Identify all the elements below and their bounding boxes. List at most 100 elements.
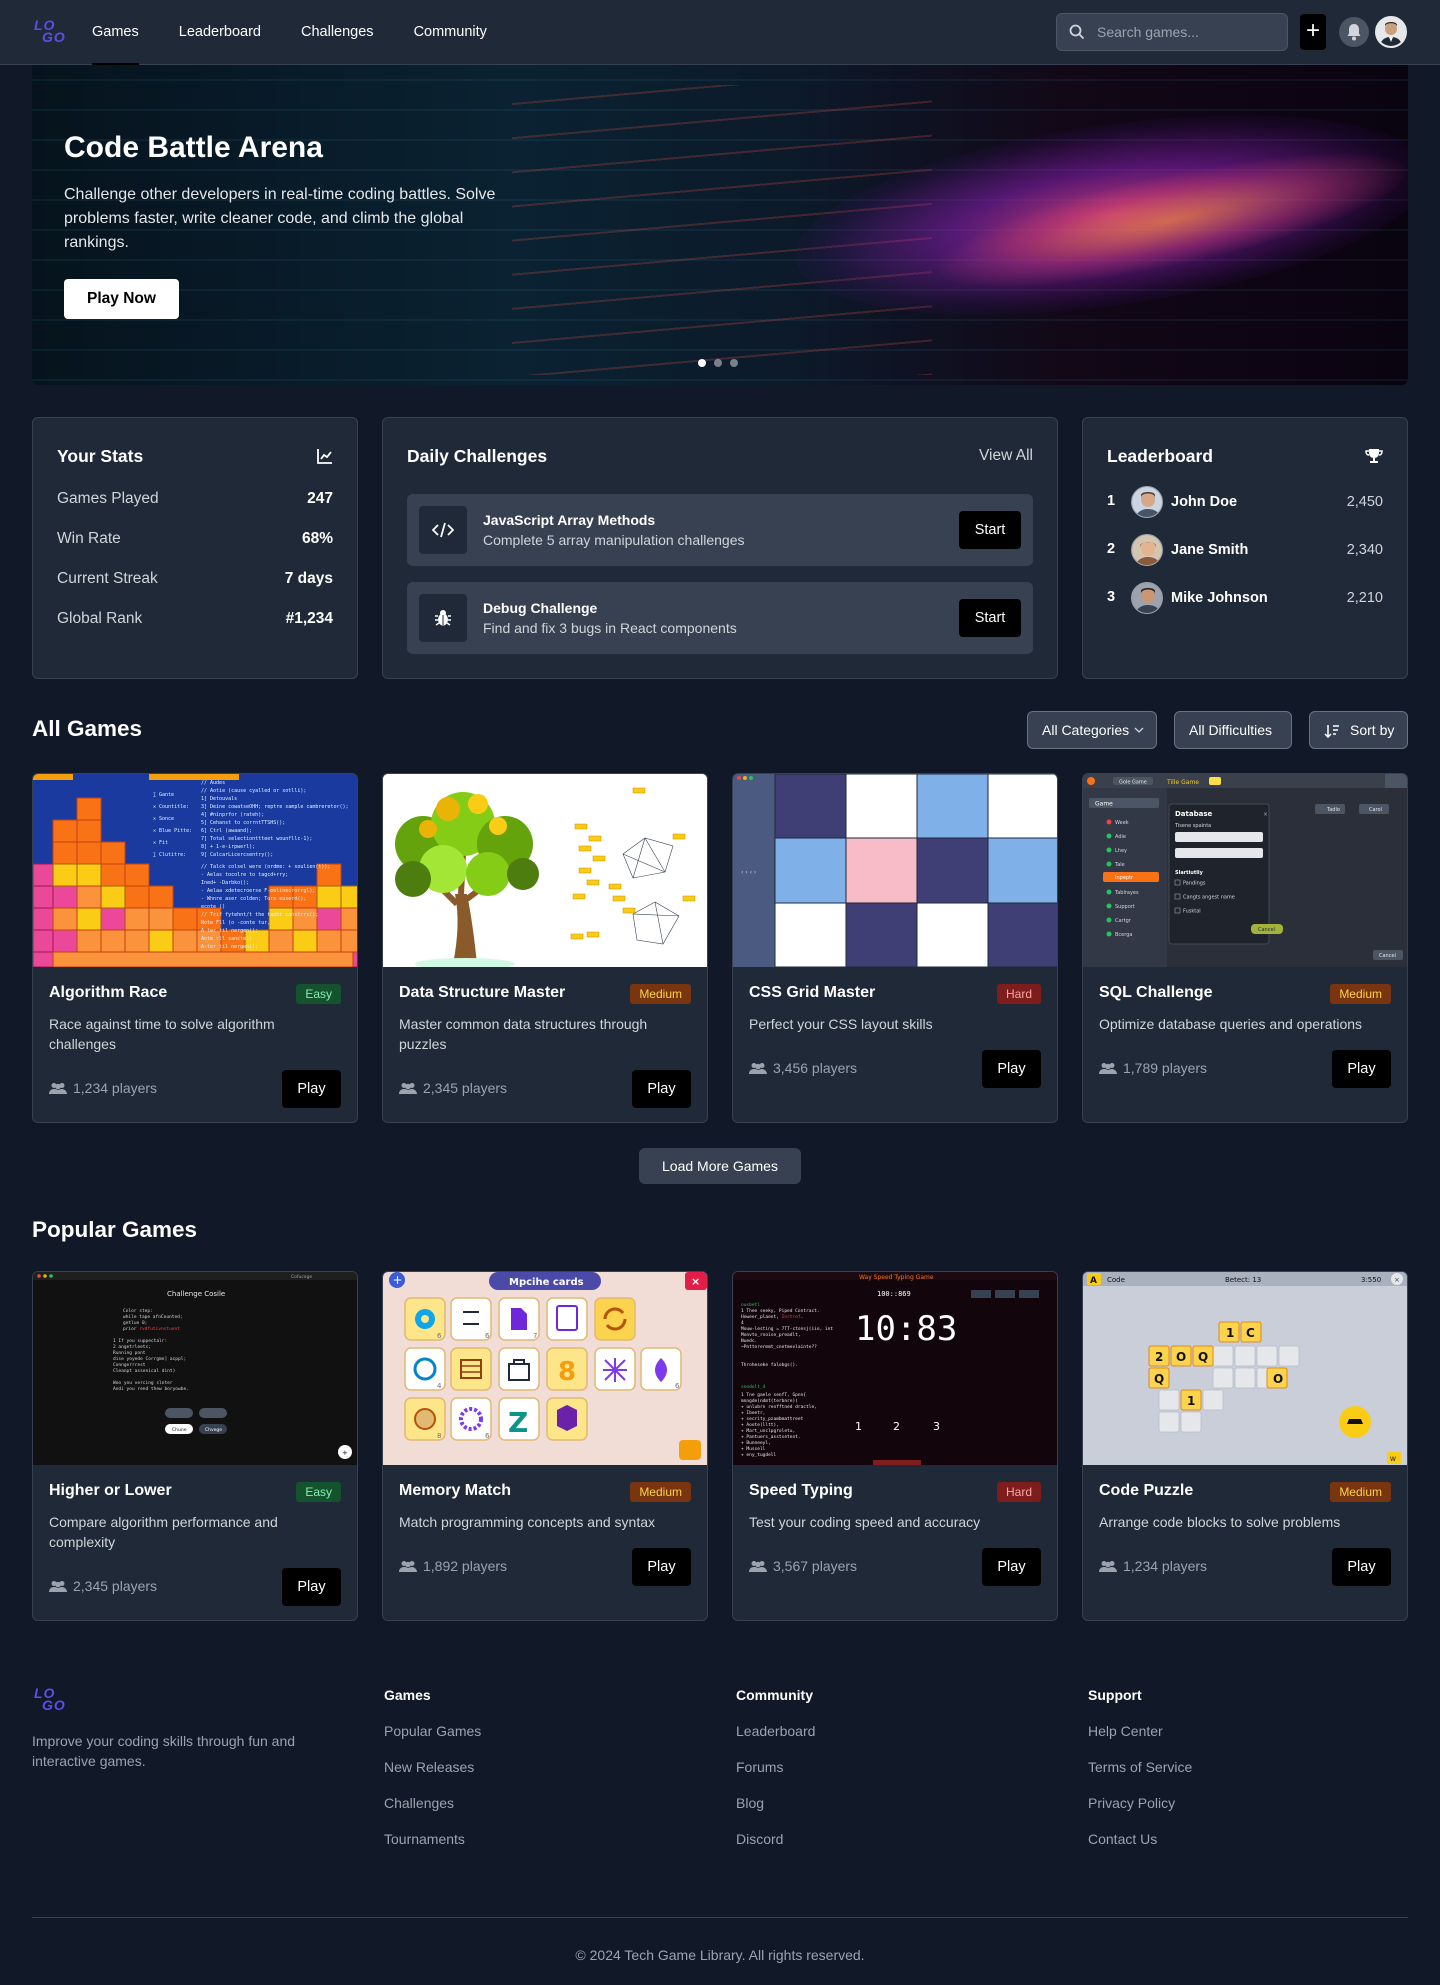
- users-icon: [749, 1560, 767, 1572]
- game-card[interactable]: Mpcihe cards + × 8 Z 6674686 Memory Matc…: [382, 1271, 708, 1621]
- carousel-dot-1[interactable]: [698, 359, 706, 367]
- player-count-text: 3,456 players: [773, 1060, 858, 1076]
- footer-column-community: Community Leaderboard Forums Blog Discor…: [736, 1687, 815, 1867]
- challenge-title: Debug Challenge: [483, 600, 598, 616]
- play-button[interactable]: Play: [982, 1050, 1041, 1088]
- svg-text:// Talck colsel were (ordme: +: // Talck colsel were (ordme: + soulien(t…: [201, 864, 330, 870]
- play-button[interactable]: Play: [282, 1070, 341, 1108]
- svg-text:Carol: Carol: [1369, 807, 1382, 813]
- stat-value: #1,234: [285, 610, 333, 627]
- start-button[interactable]: Start: [959, 599, 1021, 637]
- footer-link[interactable]: Leaderboard: [736, 1723, 815, 1742]
- game-card[interactable]: Data Structure Master Medium Master comm…: [382, 773, 708, 1123]
- puzzle-timer: 3:550: [1361, 1276, 1381, 1284]
- search-icon: [1069, 24, 1085, 40]
- play-now-button[interactable]: Play Now: [64, 279, 179, 319]
- svg-text:+ Pantuers_asstsetent.: + Pantuers_asstsetent.: [741, 1434, 801, 1440]
- play-button[interactable]: Play: [1332, 1548, 1391, 1586]
- game-card[interactable]: A Code Betect: 13 3:550 × 1C2OQQO1 W Cod…: [1082, 1271, 1408, 1621]
- stat-label: Current Streak: [57, 570, 158, 587]
- difficulty-badge: Hard: [996, 984, 1041, 1004]
- notifications-button[interactable]: [1339, 17, 1369, 47]
- game-card[interactable]: Cofucage Challenge Cosile Color step: wh…: [32, 1271, 358, 1621]
- player-avatar: [1131, 534, 1163, 566]
- game-card[interactable]: Gole Game Tille Game Game Week Adie Lhey…: [1082, 773, 1408, 1123]
- play-button[interactable]: Play: [1332, 1050, 1391, 1088]
- nav-challenges[interactable]: Challenges: [301, 0, 374, 65]
- leaderboard-row[interactable]: 2 Jane Smith 2,340: [1107, 532, 1383, 568]
- sql-cancel-label: Cancel: [1258, 927, 1275, 933]
- sort-label: Sort by: [1350, 722, 1395, 738]
- leaderboard-row[interactable]: 3 Mike Johnson 2,210: [1107, 580, 1383, 616]
- footer-logo[interactable]: LO GO: [34, 1686, 66, 1712]
- svg-text:Gole Game: Gole Game: [1119, 780, 1147, 786]
- user-avatar[interactable]: [1375, 16, 1407, 48]
- svg-text:✕ Fit: ✕ Fit: [153, 840, 168, 846]
- player-count-text: 1,234 players: [73, 1080, 158, 1096]
- footer-link[interactable]: Popular Games: [384, 1723, 481, 1742]
- footer-link[interactable]: New Releases: [384, 1759, 481, 1778]
- search-input[interactable]: [1097, 14, 1282, 50]
- nav-games[interactable]: Games: [92, 0, 139, 65]
- logo[interactable]: LO GO: [34, 18, 66, 44]
- game-card[interactable]: Way Speed Typing Game 100::869 10:83 ous…: [732, 1271, 1058, 1621]
- challenge-description: Complete 5 array manipulation challenges: [483, 532, 745, 548]
- footer-link[interactable]: Discord: [736, 1831, 815, 1850]
- play-button[interactable]: Play: [282, 1568, 341, 1606]
- game-thumbnail: [383, 774, 707, 967]
- footer-link[interactable]: Help Center: [1088, 1723, 1192, 1742]
- player-count: 2,345 players: [399, 1080, 507, 1096]
- footer-link[interactable]: Blog: [736, 1795, 815, 1814]
- play-button[interactable]: Play: [632, 1548, 691, 1586]
- game-description: Match programming concepts and syntax: [399, 1514, 656, 1530]
- copyright: © 2024 Tech Game Library. All rights res…: [575, 1947, 865, 1963]
- nav-leaderboard[interactable]: Leaderboard: [179, 0, 261, 65]
- svg-text:6: 6: [485, 1332, 490, 1340]
- stat-value: 247: [307, 490, 333, 507]
- load-more-button[interactable]: Load More Games: [639, 1148, 801, 1184]
- rank: 2: [1107, 541, 1116, 557]
- challenge-title: JavaScript Array Methods: [483, 512, 656, 528]
- leaderboard-row[interactable]: 1 John Doe 2,450: [1107, 484, 1383, 520]
- difficulty-filter[interactable]: All Difficulties: [1174, 711, 1292, 749]
- challenge-item: Debug Challenge Find and fix 3 bugs in R…: [407, 582, 1033, 654]
- data-structure-tree-art: [383, 774, 707, 967]
- carousel-dot-2[interactable]: [714, 359, 722, 367]
- footer-link[interactable]: Terms of Service: [1088, 1759, 1192, 1778]
- svg-text:6: 6: [675, 1382, 680, 1390]
- game-title: Higher or Lower: [49, 1482, 172, 1499]
- svg-text:Z: Z: [508, 1406, 528, 1439]
- play-button[interactable]: Play: [632, 1070, 691, 1108]
- carousel-dot-3[interactable]: [730, 359, 738, 367]
- svg-text:1 If you suppectalr:: 1 If you suppectalr:: [113, 1338, 167, 1344]
- start-button[interactable]: Start: [959, 511, 1021, 549]
- typing-number: 3: [933, 1420, 940, 1433]
- svg-text:‹ › ‹ ›: ‹ › ‹ ›: [741, 869, 756, 876]
- footer-link[interactable]: Contact Us: [1088, 1831, 1192, 1850]
- higher-or-lower-art: Cofucage Challenge Cosile Color step: wh…: [33, 1272, 357, 1465]
- memory-match-art: Mpcihe cards + × 8 Z 6 6 7 4 6 8 6: [383, 1272, 707, 1465]
- svg-text:6: 6: [437, 1332, 442, 1340]
- category-filter-label: All Categories: [1042, 722, 1130, 738]
- sort-button[interactable]: Sort by: [1309, 711, 1408, 749]
- svg-text:Q: Q: [1198, 1350, 1208, 1364]
- footer-link[interactable]: Privacy Policy: [1088, 1795, 1192, 1814]
- category-filter[interactable]: All Categories: [1027, 711, 1157, 749]
- game-card[interactable]: ‹ › ‹ › CSS Grid Master Hard Perfect you…: [732, 773, 1058, 1123]
- footer-heading: Community: [736, 1687, 813, 1703]
- player-name: Mike Johnson: [1171, 590, 1268, 606]
- footer-link[interactable]: Tournaments: [384, 1831, 481, 1850]
- svg-text:// Audes: // Audes: [201, 780, 225, 786]
- svg-text:Inpeptr: Inpeptr: [1115, 875, 1134, 881]
- play-button[interactable]: Play: [982, 1548, 1041, 1586]
- footer-link[interactable]: Forums: [736, 1759, 815, 1778]
- search-box: [1056, 13, 1288, 51]
- add-button[interactable]: +: [1300, 14, 1326, 50]
- game-title: Speed Typing: [749, 1482, 853, 1499]
- leaderboard-panel: Leaderboard 1 John Doe 2,450 2 Jane Smit…: [1082, 417, 1408, 679]
- view-all-link[interactable]: View All: [979, 447, 1033, 465]
- nav-community[interactable]: Community: [414, 0, 487, 65]
- game-card[interactable]: ∑ Gante ✕ Countitle: ✕ Sonce ✕ Blue Pitte: ✕…: [32, 773, 358, 1123]
- footer-link[interactable]: Challenges: [384, 1795, 481, 1814]
- svg-text:Game: Game: [1095, 801, 1113, 808]
